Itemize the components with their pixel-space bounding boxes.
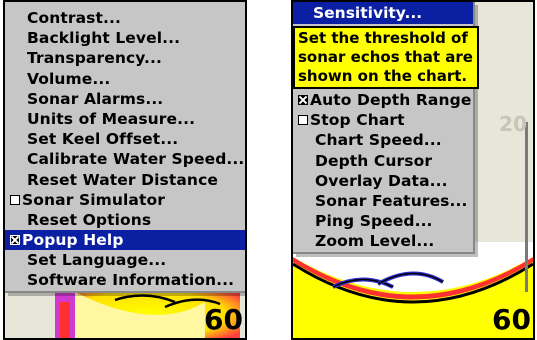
menu-item-label: Contrast... xyxy=(27,9,121,27)
menu-item-label: Sonar Alarms... xyxy=(27,89,164,108)
menu-item-label: Stop Chart xyxy=(310,111,405,130)
sonar-menu: Sensitivity... Set the threshold of sona… xyxy=(293,2,479,254)
menu-item-label: Transparency... xyxy=(27,49,163,68)
menu-item-transparency[interactable]: Transparency... xyxy=(5,48,245,68)
checkbox-unchecked-icon[interactable] xyxy=(10,194,20,205)
menu-item-label: Ping Speed... xyxy=(315,212,433,231)
menu-item-label: Set Keel Offset... xyxy=(27,130,179,149)
menu-item-zoom-level[interactable]: Zoom Level... xyxy=(293,231,473,251)
menu-item-sonar-simulator[interactable]: Sonar Simulator xyxy=(5,190,245,210)
menu-item-set-keel-offset[interactable]: Set Keel Offset... xyxy=(5,129,245,149)
menu-item-label: Popup Help xyxy=(22,231,124,250)
checkbox-checked-icon[interactable] xyxy=(10,235,20,246)
menu-item-contrast[interactable]: Contrast... xyxy=(5,8,245,28)
menu-item-label: Chart Speed... xyxy=(315,131,442,150)
menu-item-set-language[interactable]: Set Language... xyxy=(5,250,245,270)
menu-item-label: Reset Water Distance xyxy=(27,170,218,189)
menu-item-popup-help[interactable]: Popup Help xyxy=(5,230,245,251)
menu-item-stop-chart[interactable]: Stop Chart xyxy=(293,110,473,130)
menu-item-chart-speed[interactable]: Chart Speed... xyxy=(293,130,473,150)
right-sonar-screen: 60 20 Sensitivity... Set the threshold o… xyxy=(291,0,535,340)
menu-item-calibrate-water-speed[interactable]: Calibrate Water Speed... xyxy=(5,149,245,169)
menu-item-label: Sonar Features... xyxy=(315,191,468,210)
menu-item-sensitivity[interactable]: Sensitivity... xyxy=(293,2,473,24)
menu-item-label: Volume... xyxy=(27,69,111,88)
menu-item-overlay-data[interactable]: Overlay Data... xyxy=(293,171,473,191)
menu-item-label: Reset Options xyxy=(27,210,152,229)
settings-menu: Contrast... Backlight Level... Transparenc… xyxy=(5,2,245,293)
tooltip-line: shown on the chart. xyxy=(298,67,468,85)
menu-item-label: Auto Depth Range xyxy=(310,91,472,109)
depth-scale-max: 60 xyxy=(492,303,531,336)
menu-item-label: Calibrate Water Speed... xyxy=(27,150,245,169)
help-tooltip: Set the threshold of sonar echos that ar… xyxy=(293,26,479,89)
menu-item-label: Backlight Level... xyxy=(27,29,181,48)
menu-item-depth-cursor[interactable]: Depth Cursor xyxy=(293,151,473,171)
tooltip-line: Set the threshold of xyxy=(298,29,468,47)
tooltip-line: sonar echos that are xyxy=(298,48,473,66)
menu-item-reset-water-distance[interactable]: Reset Water Distance xyxy=(5,170,245,190)
menu-item-label: Sonar Simulator xyxy=(22,190,165,209)
menu-item-label: Overlay Data... xyxy=(315,171,448,190)
checkbox-checked-icon[interactable] xyxy=(298,95,308,105)
menu-item-reset-options[interactable]: Reset Options xyxy=(5,210,245,230)
depth-scale-mid: 20 xyxy=(499,112,527,136)
checkbox-unchecked-icon[interactable] xyxy=(298,115,308,126)
menu-item-label: Software Information... xyxy=(27,271,235,290)
depth-scale-max: 60 xyxy=(204,303,243,336)
menu-item-label: Zoom Level... xyxy=(315,232,435,251)
menu-item-ping-speed[interactable]: Ping Speed... xyxy=(293,211,473,231)
menu-item-label: Units of Measure... xyxy=(27,109,196,128)
settings-menu-items: Contrast... Backlight Level... Transparenc… xyxy=(5,8,245,291)
menu-item-sonar-features[interactable]: Sonar Features... xyxy=(293,191,473,211)
menu-item-auto-depth-range[interactable]: Auto Depth Range xyxy=(293,90,473,110)
left-sonar-screen: 60 0 5 Contrast...Backlight Level...Tran… xyxy=(3,0,247,340)
menu-item-label: Set Language... xyxy=(27,251,167,270)
menu-item-label: Depth Cursor xyxy=(315,151,433,170)
menu-item-volume[interactable]: Volume... xyxy=(5,69,245,89)
menu-item-sonar-alarms[interactable]: Sonar Alarms... xyxy=(5,89,245,109)
menu-item-software-information[interactable]: Software Information... xyxy=(5,270,245,290)
menu-item-units-of-measure[interactable]: Units of Measure... xyxy=(5,109,245,129)
menu-item-backlight-level[interactable]: Backlight Level... xyxy=(5,28,245,48)
